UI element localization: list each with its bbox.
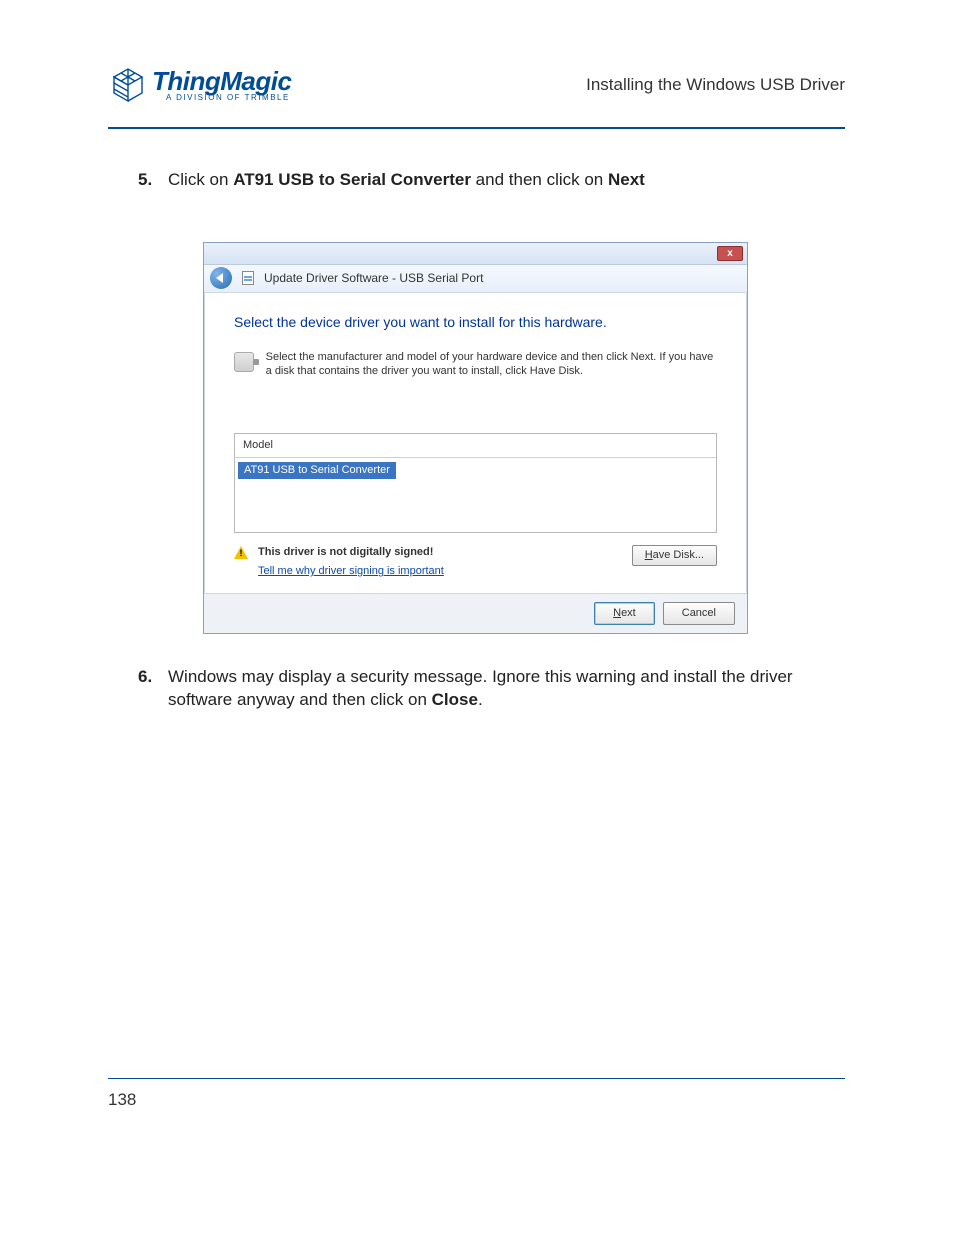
step-5-bold-2: Next bbox=[608, 170, 645, 189]
next-button[interactable]: Next bbox=[594, 602, 655, 625]
step-5-text-2: and then click on bbox=[471, 170, 608, 189]
step-6-number: 6. bbox=[138, 666, 152, 689]
have-disk-button[interactable]: Have Disk... bbox=[632, 545, 717, 566]
driver-dialog: x Update Driver Software - USB Serial Po… bbox=[203, 242, 748, 634]
page-header: ThingMagic A DIVISION OF TRIMBLE Install… bbox=[108, 55, 845, 115]
unsigned-warning-text: This driver is not digitally signed! bbox=[258, 546, 433, 558]
logo-cube-icon bbox=[108, 63, 146, 107]
back-button[interactable] bbox=[210, 267, 232, 289]
footer-rule bbox=[108, 1078, 845, 1079]
logo-text-main: ThingMagic bbox=[152, 68, 291, 94]
dialog-breadcrumb: Update Driver Software - USB Serial Port bbox=[204, 265, 747, 293]
step-6: 6. Windows may display a security messag… bbox=[168, 666, 845, 712]
step-6-bold-1: Close bbox=[432, 690, 478, 709]
step-6-text-2: . bbox=[478, 690, 483, 709]
dialog-heading: Select the device driver you want to ins… bbox=[234, 313, 717, 332]
wizard-icon bbox=[242, 271, 254, 285]
logo: ThingMagic A DIVISION OF TRIMBLE bbox=[108, 63, 291, 107]
step-5-text-1: Click on bbox=[168, 170, 233, 189]
step-5: 5. Click on AT91 USB to Serial Converter… bbox=[168, 169, 845, 634]
document-section-title: Installing the Windows USB Driver bbox=[586, 75, 845, 95]
model-column-header: Model bbox=[235, 434, 716, 458]
logo-text-sub: A DIVISION OF TRIMBLE bbox=[152, 94, 291, 102]
dialog-description: Select the manufacturer and model of you… bbox=[266, 350, 717, 379]
signing-info-link[interactable]: Tell me why driver signing is important bbox=[258, 564, 444, 579]
model-list[interactable]: AT91 USB to Serial Converter bbox=[235, 458, 716, 532]
cancel-button[interactable]: Cancel bbox=[663, 602, 735, 625]
model-list-box: Model AT91 USB to Serial Converter bbox=[234, 433, 717, 533]
step-5-number: 5. bbox=[138, 169, 152, 192]
warning-icon bbox=[234, 546, 248, 560]
step-5-bold-1: AT91 USB to Serial Converter bbox=[233, 170, 471, 189]
dialog-titlebar: x bbox=[204, 243, 747, 265]
close-button[interactable]: x bbox=[717, 246, 743, 261]
model-item-at91[interactable]: AT91 USB to Serial Converter bbox=[238, 462, 396, 479]
hardware-icon bbox=[234, 352, 254, 372]
page-number: 138 bbox=[108, 1090, 136, 1110]
dialog-footer: Next Cancel bbox=[204, 593, 747, 633]
breadcrumb-text: Update Driver Software - USB Serial Port bbox=[264, 270, 483, 286]
